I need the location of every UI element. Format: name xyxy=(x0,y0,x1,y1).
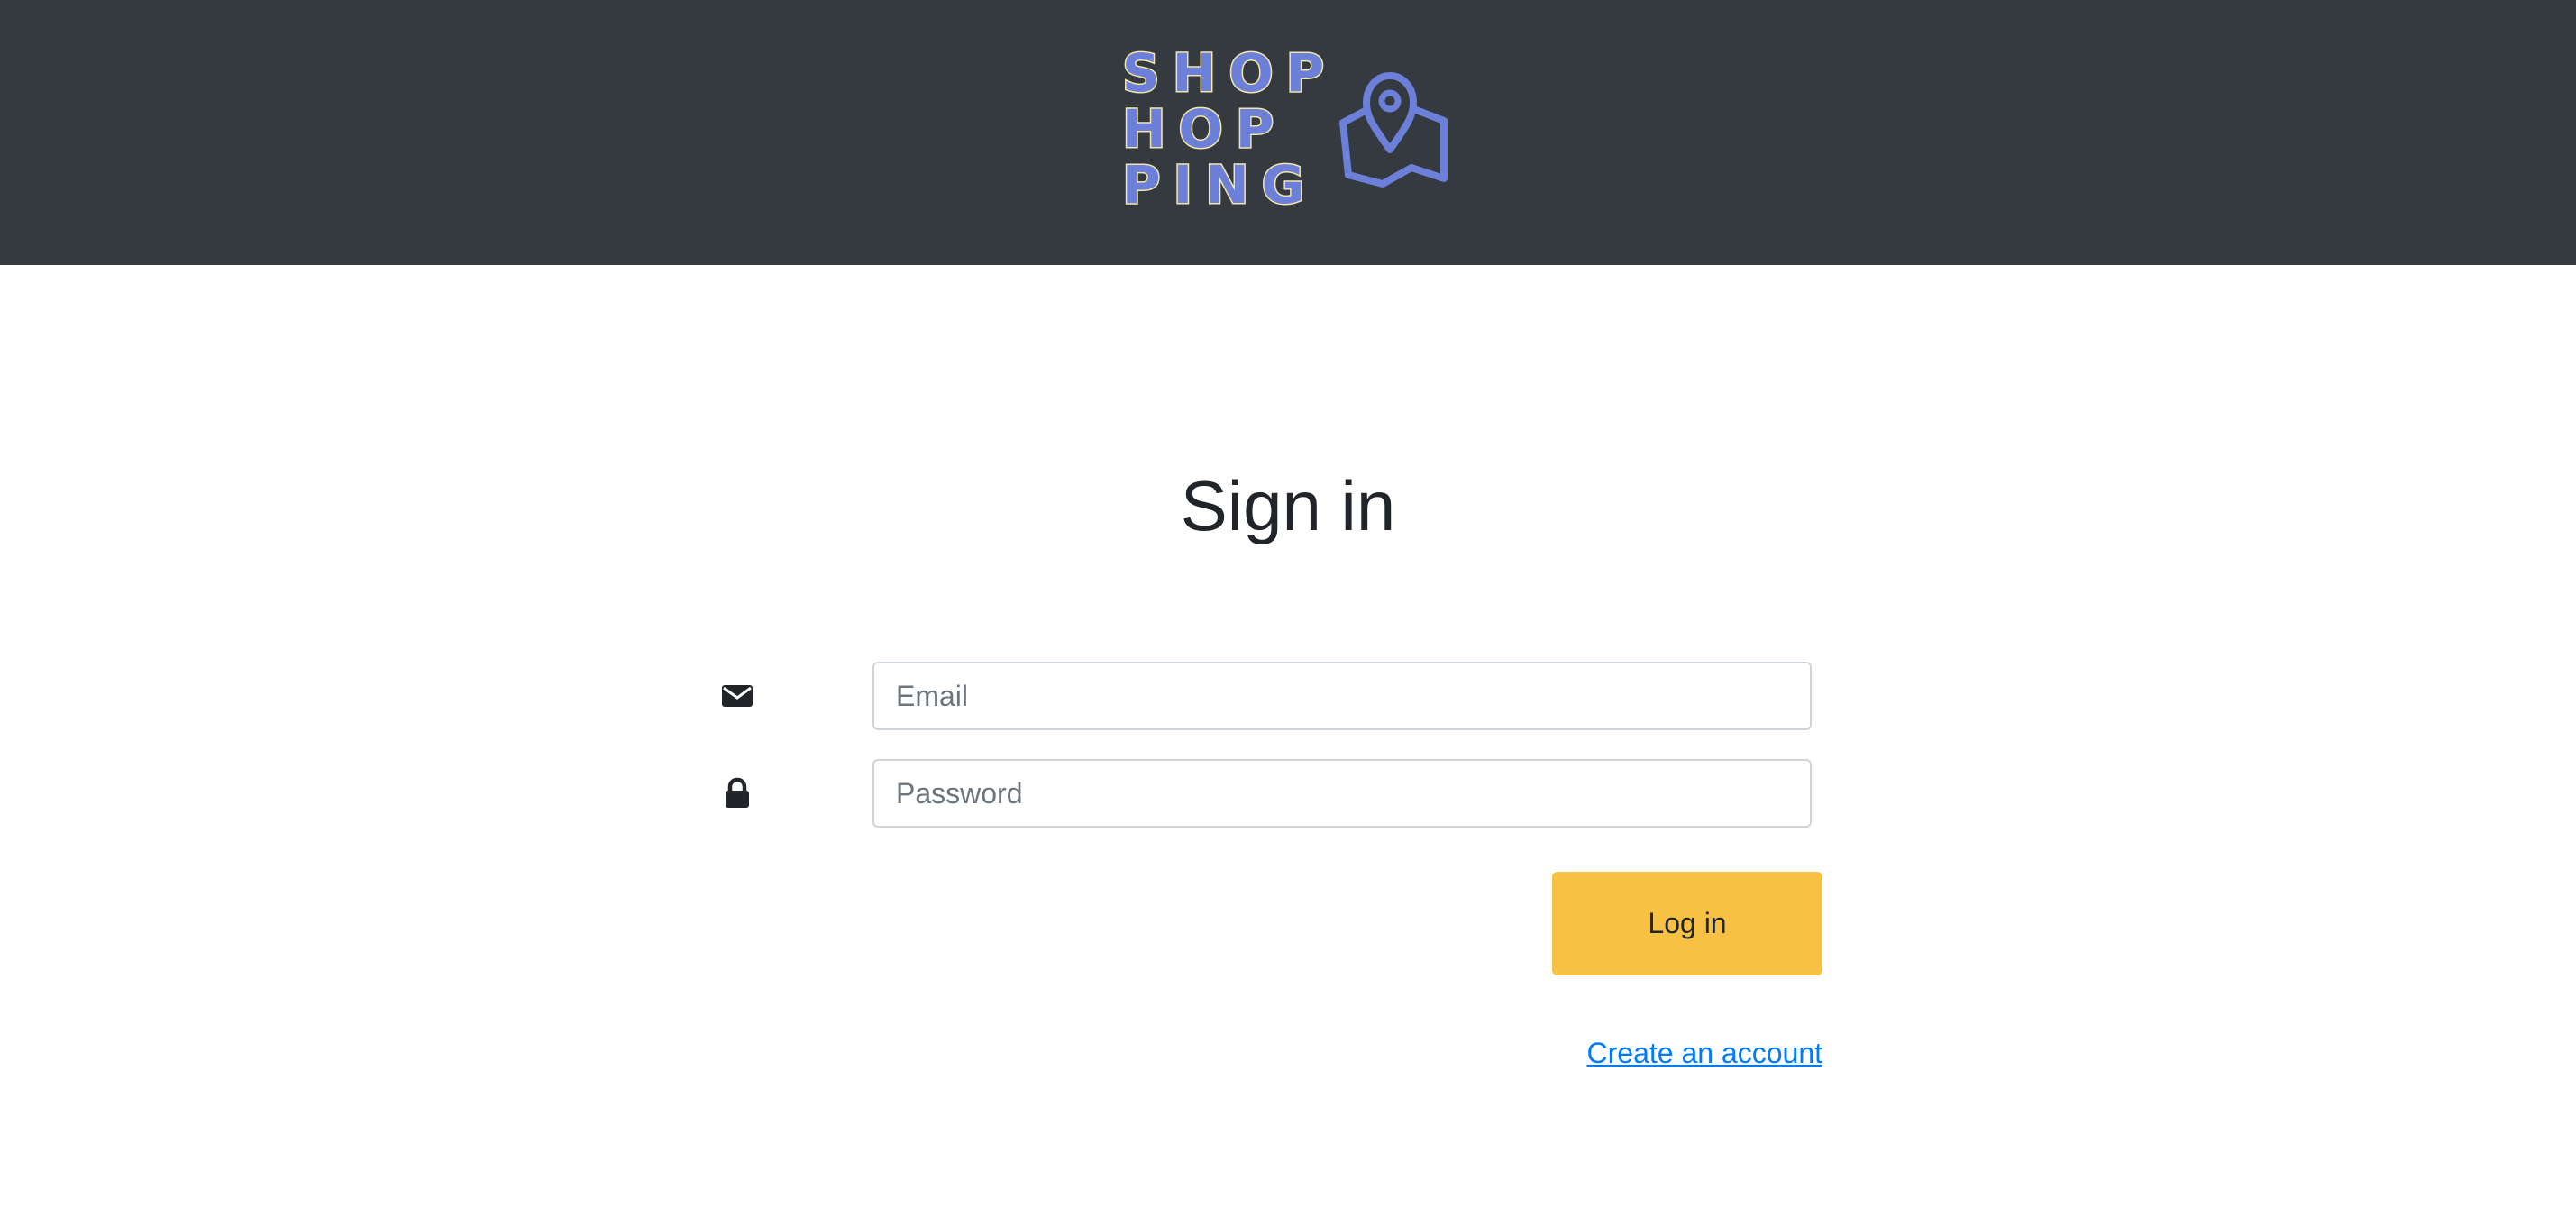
email-row xyxy=(703,662,1812,730)
password-field[interactable] xyxy=(872,759,1812,828)
envelope-icon xyxy=(722,685,753,707)
logo-line-3: PING xyxy=(1120,154,1318,215)
logo-line-1: SHOP xyxy=(1120,42,1338,104)
site-logo[interactable]: SHOP HOP PING xyxy=(1120,45,1465,216)
logo-line-2: HOP xyxy=(1120,98,1287,160)
top-navbar: SHOP HOP PING xyxy=(0,0,2576,265)
map-pin-icon xyxy=(1339,72,1448,188)
email-field[interactable] xyxy=(872,662,1812,730)
password-row xyxy=(703,759,1812,828)
page-title: Sign in xyxy=(1180,466,1396,545)
login-button[interactable]: Log in xyxy=(1552,872,1822,975)
create-account-link[interactable]: Create an account xyxy=(1587,1037,1823,1070)
lock-icon xyxy=(726,777,749,808)
logo-wordmark: SHOP HOP PING xyxy=(1120,45,1329,216)
